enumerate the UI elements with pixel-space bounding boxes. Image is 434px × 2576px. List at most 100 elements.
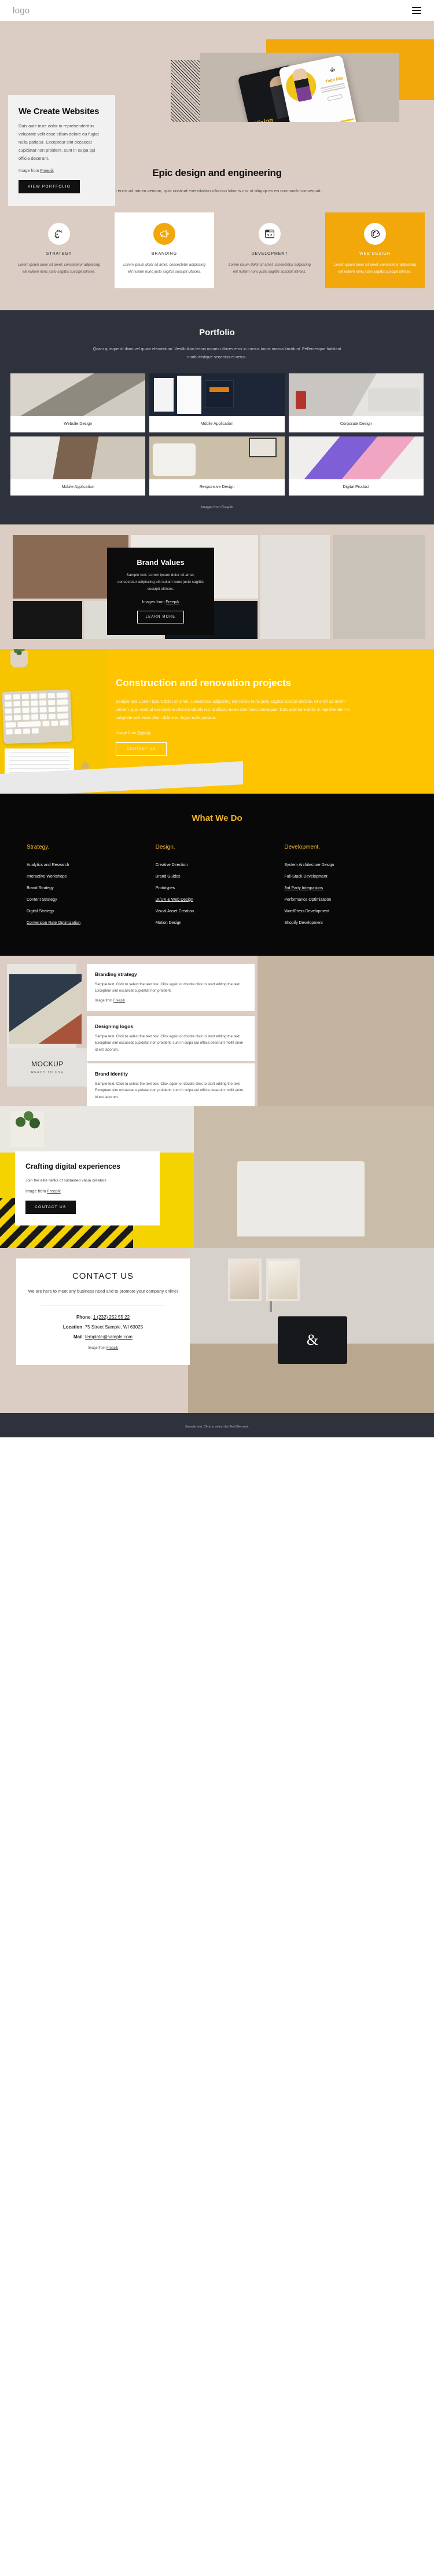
wwd-item[interactable]: Digital Strategy bbox=[27, 909, 150, 913]
credit-prefix: Image from bbox=[116, 731, 138, 735]
construction-text: Construction and renovation projects Sam… bbox=[116, 677, 359, 756]
contact-lead: We are here to meet any business need an… bbox=[28, 1288, 178, 1294]
wwd-item[interactable]: Brand Strategy bbox=[27, 886, 150, 890]
wwd-item[interactable]: Analytics and Research bbox=[27, 863, 150, 867]
wwd-item[interactable]: Content Strategy bbox=[27, 898, 150, 902]
contact-section: & CONTACT US We are here to meet any bus… bbox=[0, 1247, 434, 1413]
portfolio-card[interactable]: Corporate Design bbox=[288, 373, 424, 432]
portfolio-card[interactable]: Digital Product bbox=[288, 436, 424, 496]
portfolio-label: Mobile Application bbox=[61, 485, 94, 489]
freepik-link[interactable]: Freepik bbox=[113, 999, 125, 1003]
tablet-tile-row bbox=[292, 118, 359, 122]
wwd-column-heading: Strategy. bbox=[27, 843, 50, 850]
hero-section: Vision Yoga Day We Create Website bbox=[0, 21, 434, 207]
monitor-glyph: & bbox=[306, 1331, 319, 1348]
hero-credit: Image from Freepik bbox=[19, 169, 105, 173]
burger-bar bbox=[412, 10, 421, 11]
wwd-item[interactable]: Shopify Development bbox=[284, 921, 407, 925]
brand-image-2 bbox=[13, 600, 82, 639]
wwd-item[interactable]: Full-Stack Development bbox=[284, 875, 407, 879]
freepik-link[interactable]: Freepik bbox=[47, 1190, 60, 1194]
portfolio-card[interactable]: Mobile Application bbox=[149, 373, 285, 432]
crafting-card: Crafting digital experiences Join the el… bbox=[15, 1151, 160, 1226]
feature-card-strategy[interactable]: STRATEGY Lorem ipsum dolor sit amet, con… bbox=[9, 212, 109, 288]
freepik-link[interactable]: Freepik bbox=[106, 1346, 118, 1350]
portfolio-card[interactable]: Website Design bbox=[10, 373, 146, 432]
what-we-do-columns: Strategy. Analytics and Research Interac… bbox=[0, 844, 434, 933]
contact-us-button[interactable]: CONTACT US bbox=[25, 1201, 76, 1214]
info-card-text: Sample text. Click to select the text bo… bbox=[95, 1081, 244, 1099]
feature-card-web-design[interactable]: WEB DESIGN Lorem ipsum dolor sit amet, c… bbox=[325, 212, 425, 288]
portfolio-card[interactable]: Mobile Application bbox=[10, 436, 146, 496]
wwd-item[interactable]: UI/UX & Web Design bbox=[156, 898, 279, 902]
brand-values-section: Brand Values Sample text. Lorem ipsum do… bbox=[0, 524, 434, 649]
contact-right-photo: & bbox=[188, 1247, 434, 1413]
tablet-cta-shape bbox=[327, 94, 343, 101]
wall-frame bbox=[266, 1258, 300, 1301]
mockup-label-box: MOCKUP READY TO USE bbox=[7, 1048, 88, 1087]
brand-values-credit: Images from Freepik bbox=[116, 600, 205, 604]
info-card-brand-identity: Brand identity Sample text. Click to sel… bbox=[87, 1063, 255, 1109]
view-portfolio-button[interactable]: VIEW PORTFOLIO bbox=[19, 180, 80, 194]
portfolio-card[interactable]: Responsive Design bbox=[149, 436, 285, 496]
wwd-column-strategy: Strategy. Analytics and Research Interac… bbox=[27, 844, 150, 933]
contact-credit: Image from Freepik bbox=[28, 1346, 178, 1350]
hero-text-card: We Create Websites Duis aute irure dolor… bbox=[8, 95, 115, 207]
contact-mail-line: Mail: template@sample.com bbox=[73, 1334, 133, 1340]
wwd-item[interactable]: 3rd Party Integrations bbox=[284, 886, 407, 890]
portfolio-label: Responsive Design bbox=[199, 485, 235, 489]
epic-subtitle: Ut enim ad minim veniam, quis nostrud ex… bbox=[112, 188, 322, 193]
portfolio-label: Mobile Application bbox=[200, 421, 234, 426]
feature-card-development[interactable]: DEVELOPMENT Lorem ipsum dolor sit amet, … bbox=[220, 212, 319, 288]
wwd-item[interactable]: WordPress Development bbox=[284, 909, 407, 913]
contact-mail-value[interactable]: template@sample.com bbox=[85, 1334, 133, 1340]
crafting-title: Crafting digital experiences bbox=[25, 1162, 120, 1170]
feature-title: WEB DESIGN bbox=[359, 252, 391, 256]
light-tablet-mock: Yoga Day bbox=[278, 54, 359, 122]
freepik-link[interactable]: Freepik bbox=[40, 169, 53, 173]
construction-credit: Image from Freepik bbox=[116, 731, 359, 735]
contact-title: CONTACT US bbox=[72, 1271, 134, 1281]
mockup-box-title: MOCKUP bbox=[31, 1060, 64, 1069]
brand-values-title: Brand Values bbox=[137, 557, 185, 567]
monitor-image: & bbox=[278, 1316, 347, 1364]
page-title: We Create Websites bbox=[19, 107, 100, 116]
logo[interactable]: logo bbox=[13, 6, 30, 16]
wwd-item[interactable]: System Architecture Design bbox=[284, 863, 407, 867]
feature-title: BRANDING bbox=[151, 252, 178, 256]
tablet-light-label: Yoga Day bbox=[325, 76, 344, 84]
site-footer: Sample text. Click to select the Text El… bbox=[0, 1412, 434, 1437]
portfolio-credit: Images from Freepik bbox=[201, 505, 233, 509]
feature-title: DEVELOPMENT bbox=[251, 252, 288, 256]
wwd-item[interactable]: Motion Design bbox=[156, 921, 279, 925]
contact-phone-value[interactable]: 1 (232) 252 55 22 bbox=[93, 1315, 130, 1320]
freepik-link[interactable]: Freepik bbox=[165, 600, 179, 604]
brand-values-body: Sample text. Lorem ipsum dolor sit amet,… bbox=[117, 573, 204, 592]
crafting-body: Join the elite ranks of sustained value … bbox=[25, 1178, 106, 1183]
wwd-item[interactable]: Prototypes bbox=[156, 886, 279, 890]
code-window-icon bbox=[259, 223, 281, 245]
hamburger-icon[interactable] bbox=[412, 7, 421, 14]
wwd-item[interactable]: Performance Optimization bbox=[284, 898, 407, 902]
portfolio-thumb bbox=[288, 373, 424, 416]
portfolio-thumb bbox=[149, 373, 285, 416]
hero-hatch-pattern bbox=[171, 60, 200, 122]
credit-prefix: Image from bbox=[19, 169, 41, 174]
feature-title: STRATEGY bbox=[46, 252, 72, 256]
credit-prefix: Image from bbox=[25, 1190, 47, 1194]
portfolio-thumb bbox=[10, 373, 146, 416]
wwd-item[interactable]: Conversion Rate Optimization bbox=[27, 921, 150, 925]
feature-card-branding[interactable]: BRANDING Lorem ipsum dolor sit amet, con… bbox=[115, 212, 214, 288]
wwd-item[interactable]: Visual Asset Creation bbox=[156, 909, 279, 913]
wwd-item[interactable]: Brand Guides bbox=[156, 875, 279, 879]
learn-more-button[interactable]: LEARN MORE bbox=[137, 610, 185, 623]
site-header: logo bbox=[0, 0, 434, 21]
wwd-item[interactable]: Interactive Workshops bbox=[27, 875, 150, 879]
credit-prefix: Images from bbox=[142, 600, 166, 604]
contact-location-value: 75 Street Sample, WI 63025 bbox=[84, 1324, 144, 1330]
brand-image-6 bbox=[260, 534, 330, 639]
freepik-link[interactable]: Freepik bbox=[137, 731, 150, 735]
contact-us-button[interactable]: CONTACT US bbox=[116, 742, 167, 756]
portfolio-title: Portfolio bbox=[199, 327, 235, 337]
wwd-item[interactable]: Creative Direction bbox=[156, 863, 279, 867]
